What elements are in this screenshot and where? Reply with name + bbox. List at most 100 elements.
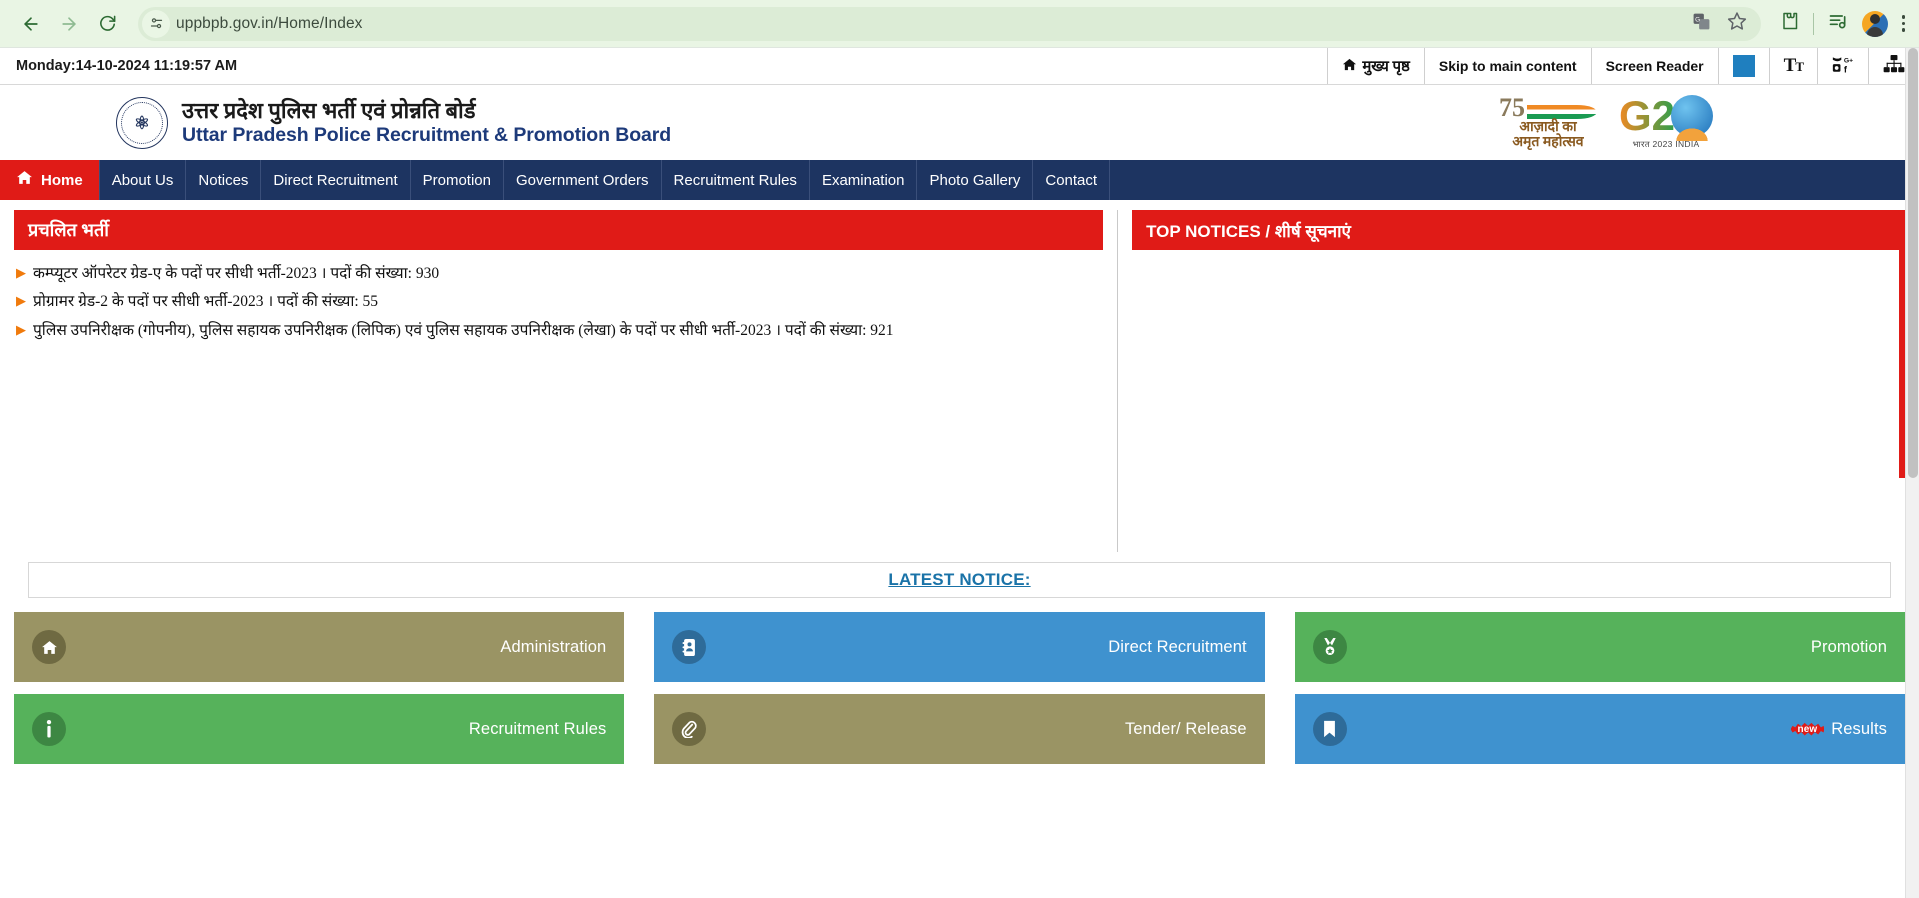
extensions-puzzle-icon[interactable] <box>1779 11 1799 36</box>
page-scrollbar[interactable] <box>1905 48 1919 898</box>
panel-title-top-notices: TOP NOTICES / शीर्ष सूचनाएं <box>1132 210 1905 250</box>
nav-item-label: Home <box>41 171 83 189</box>
svg-text:f: f <box>1844 64 1848 74</box>
nav-item-about-us[interactable]: About Us <box>100 160 187 200</box>
main-content: प्रचलित भर्ती ▶ कम्प्यूटर ऑपरेटर ग्रेड-ए… <box>0 200 1919 552</box>
list-item-label: कम्प्यूटर ऑपरेटर ग्रेड-ए के पदों पर सीधी… <box>33 265 440 282</box>
paperclip-icon <box>672 712 707 746</box>
g20-text: G2 <box>1618 92 1675 140</box>
info-icon <box>32 712 66 746</box>
address-book-icon <box>672 630 707 664</box>
tile-row-2: Recruitment Rules Tender/ Release new Res… <box>14 694 1905 764</box>
main-navigation: Home About Us Notices Direct Recruitment… <box>0 160 1919 200</box>
nav-item-notices[interactable]: Notices <box>186 160 262 200</box>
profile-avatar-icon[interactable] <box>1861 10 1888 37</box>
browser-toolbar: uppbpb.gov.in/Home/Index G <box>0 0 1919 47</box>
scrollbar-thumb[interactable] <box>1908 48 1918 478</box>
nav-item-contact[interactable]: Contact <box>1033 160 1111 200</box>
tile-label: Direct Recruitment <box>1108 637 1247 656</box>
bullet-triangle-icon: ▶ <box>16 293 26 309</box>
nav-item-government-orders[interactable]: Government Orders <box>504 160 662 200</box>
three-dot-menu-icon[interactable] <box>1901 15 1905 32</box>
svg-text:G+: G+ <box>1844 57 1853 64</box>
utility-item-home[interactable]: मुख्य पृष्ठ <box>1327 48 1424 84</box>
social-media-icon: G+ f <box>1832 55 1854 78</box>
text-size-button[interactable]: TT <box>1768 48 1817 84</box>
tile-label: Promotion <box>1810 637 1887 656</box>
home-icon <box>32 630 66 664</box>
star-icon[interactable] <box>1727 11 1747 36</box>
text-size-icon: TT <box>1783 55 1804 76</box>
skip-to-main-content-link[interactable]: Skip to main content <box>1423 48 1591 84</box>
toolbar-divider <box>1812 12 1814 35</box>
tile-direct-recruitment[interactable]: Direct Recruitment <box>654 612 1265 682</box>
tile-label: Administration <box>500 637 607 656</box>
up-police-emblem-icon: ⚛ <box>116 96 168 149</box>
azadi-ka-amrit-mahotsav-logo: 75 आज़ादी का अमृत महोत्सव <box>1499 94 1597 151</box>
social-media-button[interactable]: G+ f <box>1817 48 1868 84</box>
nav-item-direct-recruitment[interactable]: Direct Recruitment <box>261 160 411 200</box>
list-item-label: पुलिस उपनिरीक्षक (गोपनीय), पुलिस सहायक उ… <box>33 321 894 339</box>
azadi-line2: अमृत महोत्सव <box>1512 135 1584 151</box>
tile-label: Tender/ Release <box>1124 719 1247 738</box>
tile-label: Recruitment Rules <box>468 719 607 738</box>
reload-icon[interactable] <box>90 7 124 41</box>
current-datetime: Monday:14-10-2024 11:19:57 AM <box>16 58 238 74</box>
latest-notice-section: LATEST NOTICE: <box>0 552 1919 606</box>
azadi-number: 75 <box>1498 93 1525 123</box>
list-item[interactable]: ▶ प्रोग्रामर ग्रेड-2 के पदों पर सीधी भर्… <box>16 288 1103 316</box>
quick-links-tiles: Administration Direct Recruitment Promot… <box>0 606 1919 764</box>
translate-icon[interactable]: G <box>1692 12 1711 36</box>
utility-item-label: मुख्य पृष्ठ <box>1362 59 1410 75</box>
nav-item-home[interactable]: Home <box>0 160 100 200</box>
home-icon <box>1342 57 1357 75</box>
chrome-actions <box>1771 10 1905 37</box>
organization-titles: उत्तर प्रदेश पुलिस भर्ती एवं प्रोन्नति ब… <box>182 98 671 147</box>
medal-icon <box>1312 630 1347 664</box>
tile-label: Results <box>1831 719 1887 738</box>
list-item[interactable]: ▶ कम्प्यूटर ऑपरेटर ग्रेड-ए के पदों पर सी… <box>16 260 1103 288</box>
home-icon <box>16 169 33 191</box>
bullet-triangle-icon: ▶ <box>16 265 26 280</box>
top-notices-panel: TOP NOTICES / शीर्ष सूचनाएं <box>1117 210 1905 552</box>
list-item[interactable]: ▶ पुलिस उपनिरीक्षक (गोपनीय), पुलिस सहायक… <box>16 317 1103 345</box>
nav-item-promotion[interactable]: Promotion <box>411 160 504 200</box>
tile-promotion[interactable]: Promotion <box>1294 612 1905 682</box>
url-text: uppbpb.gov.in/Home/Index <box>176 14 363 32</box>
bullet-triangle-icon: ▶ <box>16 321 26 337</box>
site-settings-icon[interactable] <box>142 9 170 38</box>
government-logos: 75 आज़ादी का अमृत महोत्सव G2 भारत 2023 I… <box>1499 94 1903 151</box>
g20-logo: G2 भारत 2023 INDIA <box>1619 95 1713 150</box>
address-bar[interactable]: uppbpb.gov.in/Home/Index G <box>138 6 1761 41</box>
tile-results[interactable]: new Results <box>1294 694 1905 764</box>
nav-item-examination[interactable]: Examination <box>810 160 918 200</box>
list-item-label: प्रोग्रामर ग्रेड-2 के पदों पर सीधी भर्ती… <box>33 293 379 311</box>
back-arrow-icon[interactable] <box>14 7 48 41</box>
media-list-icon[interactable] <box>1828 11 1848 36</box>
azadi-line1: आज़ादी का <box>1519 120 1577 136</box>
tile-recruitment-rules[interactable]: Recruitment Rules <box>14 694 625 764</box>
new-badge: new <box>1790 722 1825 736</box>
sitemap-icon <box>1883 55 1905 77</box>
forward-arrow-icon[interactable] <box>52 7 86 41</box>
org-title-hindi: उत्तर प्रदेश पुलिस भर्ती एवं प्रोन्नति ब… <box>182 98 476 124</box>
panel-title-current-recruitment: प्रचलित भर्ती <box>14 210 1104 250</box>
tricolor-flag-icon <box>1526 104 1597 119</box>
utility-bar: Monday:14-10-2024 11:19:57 AM मुख्य पृष्… <box>0 48 1919 85</box>
tile-tender-release[interactable]: Tender/ Release <box>654 694 1265 764</box>
svg-text:G: G <box>1695 16 1700 23</box>
bookmark-icon <box>1312 712 1347 746</box>
nav-item-photo-gallery[interactable]: Photo Gallery <box>917 160 1034 200</box>
latest-notice-box: LATEST NOTICE: <box>28 562 1891 598</box>
site-header: ⚛ उत्तर प्रदेश पुलिस भर्ती एवं प्रोन्नति… <box>0 85 1919 160</box>
color-theme-swatch[interactable] <box>1717 48 1769 84</box>
recruitment-list: ▶ कम्प्यूटर ऑपरेटर ग्रेड-ए के पदों पर सी… <box>14 250 1103 345</box>
lotus-icon <box>1672 124 1712 141</box>
screen-reader-link[interactable]: Screen Reader <box>1590 48 1718 84</box>
page-viewport: Monday:14-10-2024 11:19:57 AM मुख्य पृष्… <box>0 47 1919 898</box>
latest-notice-link[interactable]: LATEST NOTICE: <box>888 570 1030 590</box>
org-title-english: Uttar Pradesh Police Recruitment & Promo… <box>182 123 672 146</box>
tile-administration[interactable]: Administration <box>14 612 625 682</box>
tile-row-1: Administration Direct Recruitment Promot… <box>14 612 1905 682</box>
nav-item-recruitment-rules[interactable]: Recruitment Rules <box>662 160 810 200</box>
